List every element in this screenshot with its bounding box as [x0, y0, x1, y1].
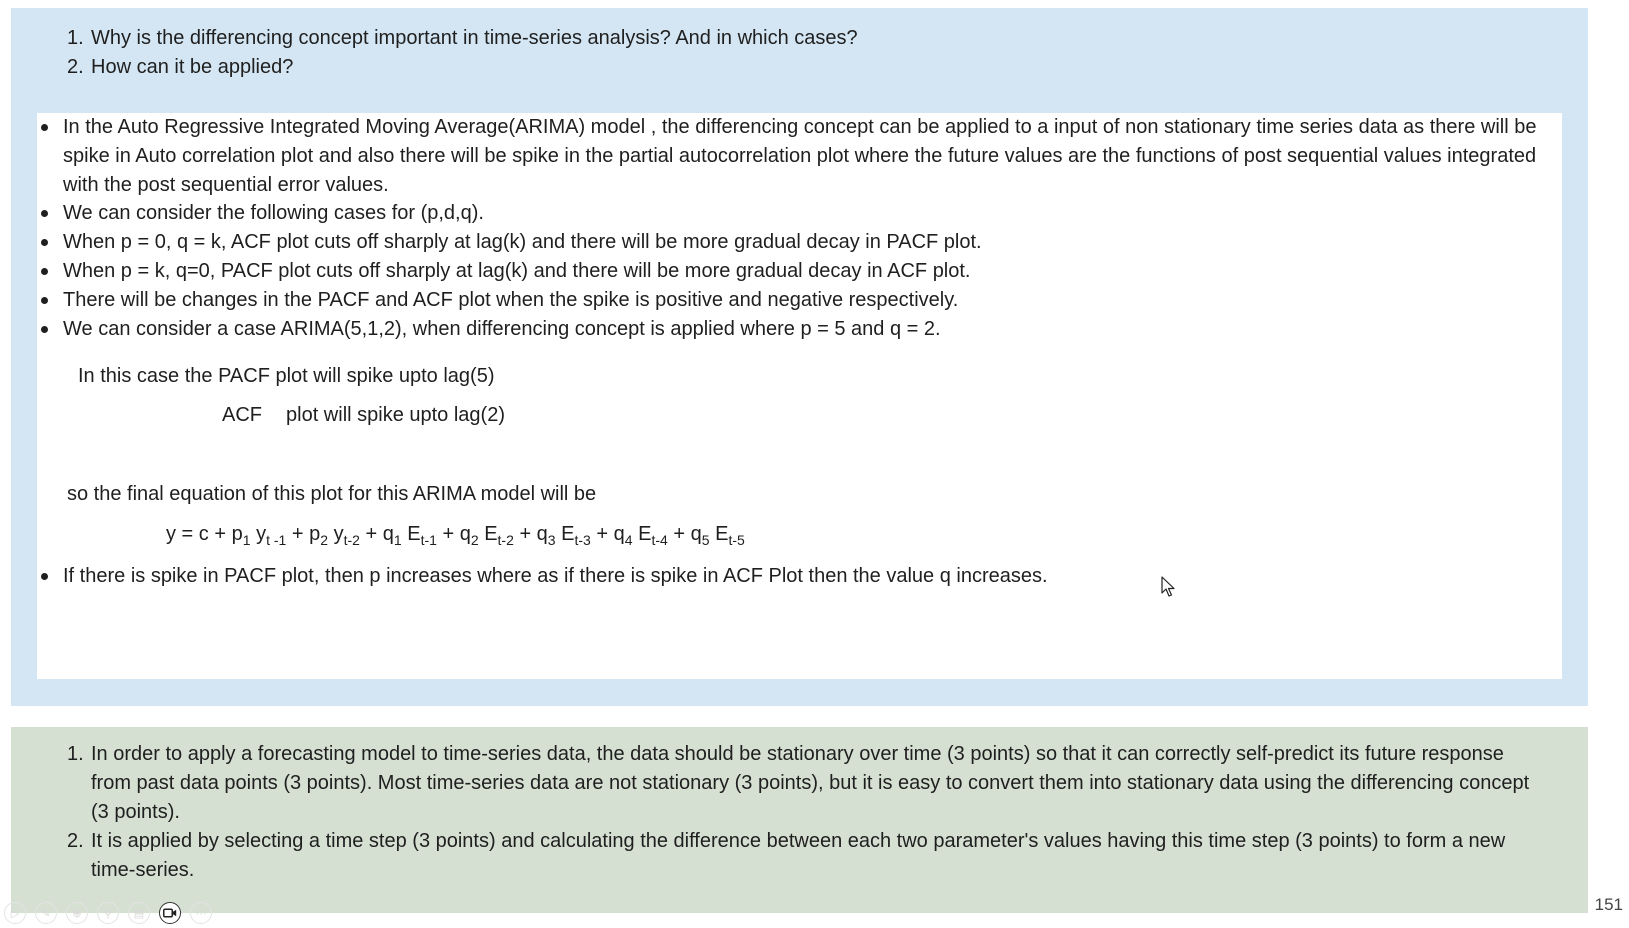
equation-term: + p [291, 523, 321, 545]
case-acf-line: ACF plot will spike upto lag(2) [222, 404, 505, 427]
bullet-dot-icon [41, 297, 48, 304]
equation-subscript: 1 [393, 532, 402, 548]
question-number: 2. [67, 56, 84, 78]
equation-term: E [561, 523, 575, 545]
equation-term: p [231, 523, 243, 545]
equation-subscript: t-1 [420, 532, 437, 548]
equation-subscript: 5 [701, 532, 710, 548]
answer-key-text: In order to apply a forecasting model to… [91, 743, 1530, 823]
answer-key-number: 2. [67, 830, 84, 852]
question-item: 2. How can it be applied? [67, 53, 858, 82]
equation-term: + q [442, 523, 471, 545]
page-number: 151 [1594, 895, 1623, 914]
answer-bullet: We can consider the following cases for … [37, 199, 484, 228]
student-answer-box: In the Auto Regressive Integrated Moving… [37, 113, 1562, 679]
answer-bullet-text: There will be changes in the PACF and AC… [63, 289, 959, 311]
equation-subscript: t-2 [497, 532, 514, 548]
answer-bullet: If there is spike in PACF plot, then p i… [37, 562, 1048, 591]
equation-term: + q [519, 523, 548, 545]
answer-bullet-text: We can consider the following cases for … [63, 202, 484, 224]
zoom-icon[interactable]: ⚲ [97, 902, 119, 924]
answer-key-text: It is applied by selecting a time step (… [91, 830, 1506, 881]
answer-bullet: In the Auto Regressive Integrated Moving… [37, 113, 1563, 200]
question-text: How can it be applied? [91, 56, 294, 78]
equation-subscript: 4 [624, 532, 633, 548]
camera-glyph-icon [163, 908, 177, 918]
answer-bullet-text: We can consider a case ARIMA(5,1,2), whe… [63, 318, 941, 340]
answer-bullet: There will be changes in the PACF and AC… [37, 286, 958, 315]
play-icon[interactable]: ▷ [4, 902, 26, 924]
equation-term: E [407, 523, 421, 545]
question-text: Why is the differencing concept importan… [91, 27, 858, 49]
equation-term: + q [673, 523, 702, 545]
equation-subscript: 2 [470, 532, 479, 548]
slides-icon[interactable]: ▤ [128, 902, 150, 924]
equation-subscript: 3 [547, 532, 556, 548]
answer-key-item: 2. It is applied by selecting a time ste… [67, 827, 1547, 885]
answer-bullet-text: When p = 0, q = k, ACF plot cuts off sha… [63, 231, 982, 253]
answer-bullet: We can consider a case ARIMA(5,1,2), whe… [37, 315, 941, 344]
equation-term: + q [365, 523, 394, 545]
question-list: 1. Why is the differencing concept impor… [67, 24, 858, 82]
bullet-dot-icon [41, 210, 48, 217]
equation-subscript: t-3 [574, 532, 591, 548]
answer-bullet: When p = 0, q = k, ACF plot cuts off sha… [37, 228, 982, 257]
equation-subscript: 2 [320, 532, 329, 548]
equation-term: E [715, 523, 729, 545]
arima-equation: y = c + p1 yt -1 + p2 yt-2 + q1 Et-1 + q… [166, 523, 745, 548]
bullet-dot-icon [41, 124, 48, 131]
question-number: 1. [67, 27, 84, 49]
equation-subscript: t-4 [651, 532, 668, 548]
bullet-dot-icon [41, 268, 48, 275]
mouse-cursor-icon [1161, 576, 1175, 597]
camera-icon[interactable] [159, 902, 181, 924]
answer-key-panel: 1. In order to apply a forecasting model… [11, 727, 1588, 913]
answer-bullet: When p = k, q=0, PACF plot cuts off shar… [37, 257, 971, 286]
case-acf-label: ACF [222, 404, 262, 426]
equation-subscript: 1 [242, 532, 251, 548]
answer-bullet-text: When p = k, q=0, PACF plot cuts off shar… [63, 260, 971, 282]
bullet-dot-icon [41, 573, 48, 580]
equation-term: y [256, 523, 267, 545]
equation-term: + q [596, 523, 625, 545]
globe-icon[interactable]: ⊕ [66, 902, 88, 924]
answer-bullet-text: In the Auto Regressive Integrated Moving… [63, 116, 1537, 196]
answer-key-number: 1. [67, 743, 84, 765]
equation-term: E [638, 523, 652, 545]
presentation-toolbar: ▷ ✎ ⊕ ⚲ ▤ ⋯ [4, 901, 212, 925]
equation-term: y [333, 523, 344, 545]
answer-key-item: 1. In order to apply a forecasting model… [67, 740, 1547, 827]
equation-term: y = c + [166, 523, 227, 545]
final-equation-intro: so the final equation of this plot for t… [67, 483, 597, 505]
answer-key-list: 1. In order to apply a forecasting model… [67, 740, 1547, 885]
equation-term: E [484, 523, 498, 545]
question-item: 1. Why is the differencing concept impor… [67, 24, 858, 53]
bullet-dot-icon [41, 326, 48, 333]
bullet-dot-icon [41, 239, 48, 246]
case-pacf-line: In this case the PACF plot will spike up… [78, 365, 495, 387]
answer-bullet-text: If there is spike in PACF plot, then p i… [63, 565, 1048, 587]
pen-icon[interactable]: ✎ [35, 902, 57, 924]
more-icon[interactable]: ⋯ [190, 902, 212, 924]
equation-subscript: t-2 [343, 532, 360, 548]
equation-subscript: t-5 [728, 532, 745, 548]
equation-subscript: t -1 [266, 532, 287, 548]
case-acf-text: plot will spike upto lag(2) [286, 404, 505, 426]
